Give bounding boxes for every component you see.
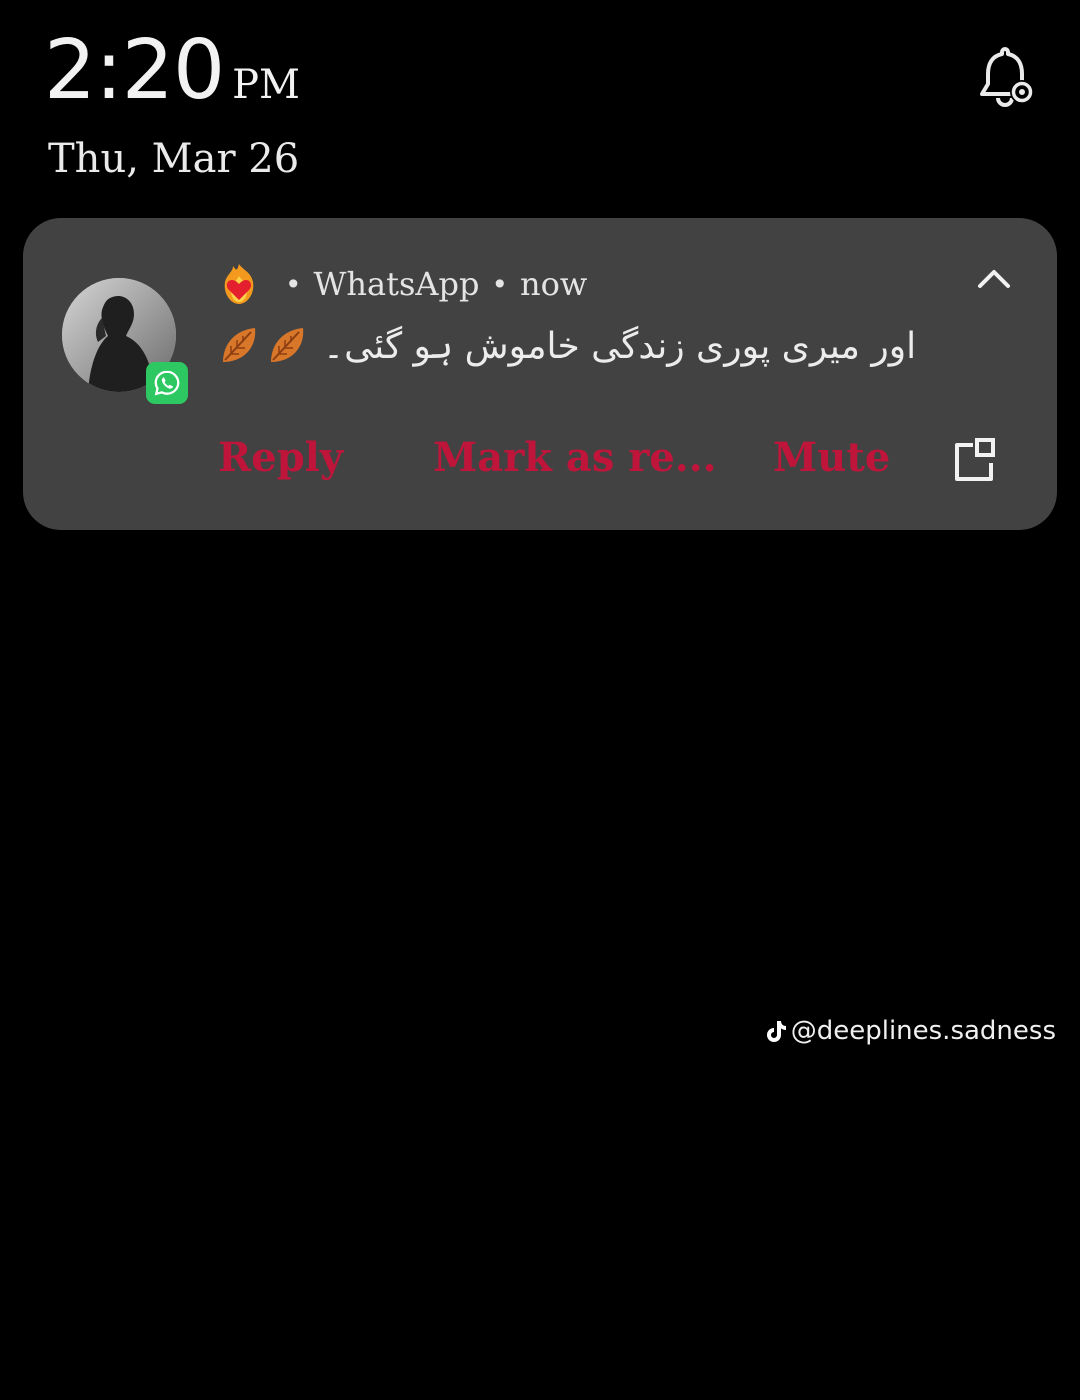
tiktok-icon [766, 1021, 786, 1042]
watermark-handle: @deeplines.sadness [790, 1016, 1056, 1046]
notification-message: اور میری پوری زندگی خاموش ہو گئی۔ [323, 325, 917, 367]
clock: 2:20 PM [44, 30, 300, 112]
notification-timestamp: now [519, 265, 588, 303]
fallen-leaf-emoji [223, 328, 256, 362]
clock-time: 2:20 [44, 23, 225, 118]
fallen-leaf-emoji [271, 328, 304, 362]
notification-body: اور میری پوری زندگی خاموش ہو گئی۔ [217, 324, 916, 368]
app-name: WhatsApp [313, 265, 480, 303]
header-separator: • [491, 267, 508, 301]
whatsapp-icon [146, 362, 188, 404]
notification-header: • WhatsApp • now [219, 262, 587, 306]
lock-screen: 2:20 PM Thu, Mar 26 • WhatsApp • now اور… [0, 0, 1080, 1400]
bell-settings-icon[interactable] [972, 44, 1038, 110]
date-label: Thu, Mar 26 [48, 136, 300, 182]
chevron-up-icon[interactable] [975, 264, 1013, 292]
whatsapp-notification-card[interactable]: • WhatsApp • now اور میری پوری زندگی خام… [23, 218, 1057, 530]
mark-as-read-button[interactable]: Mark as re... [433, 434, 717, 481]
header-separator: • [285, 267, 302, 301]
mute-button[interactable]: Mute [773, 434, 890, 481]
popout-window-icon[interactable] [951, 437, 997, 483]
tiktok-watermark: @deeplines.sadness [765, 1016, 1056, 1046]
notification-actions: Reply Mark as re... Mute [218, 434, 1018, 494]
heart-on-fire-emoji [224, 264, 254, 304]
clock-ampm: PM [232, 62, 301, 108]
reply-button[interactable]: Reply [218, 434, 343, 481]
